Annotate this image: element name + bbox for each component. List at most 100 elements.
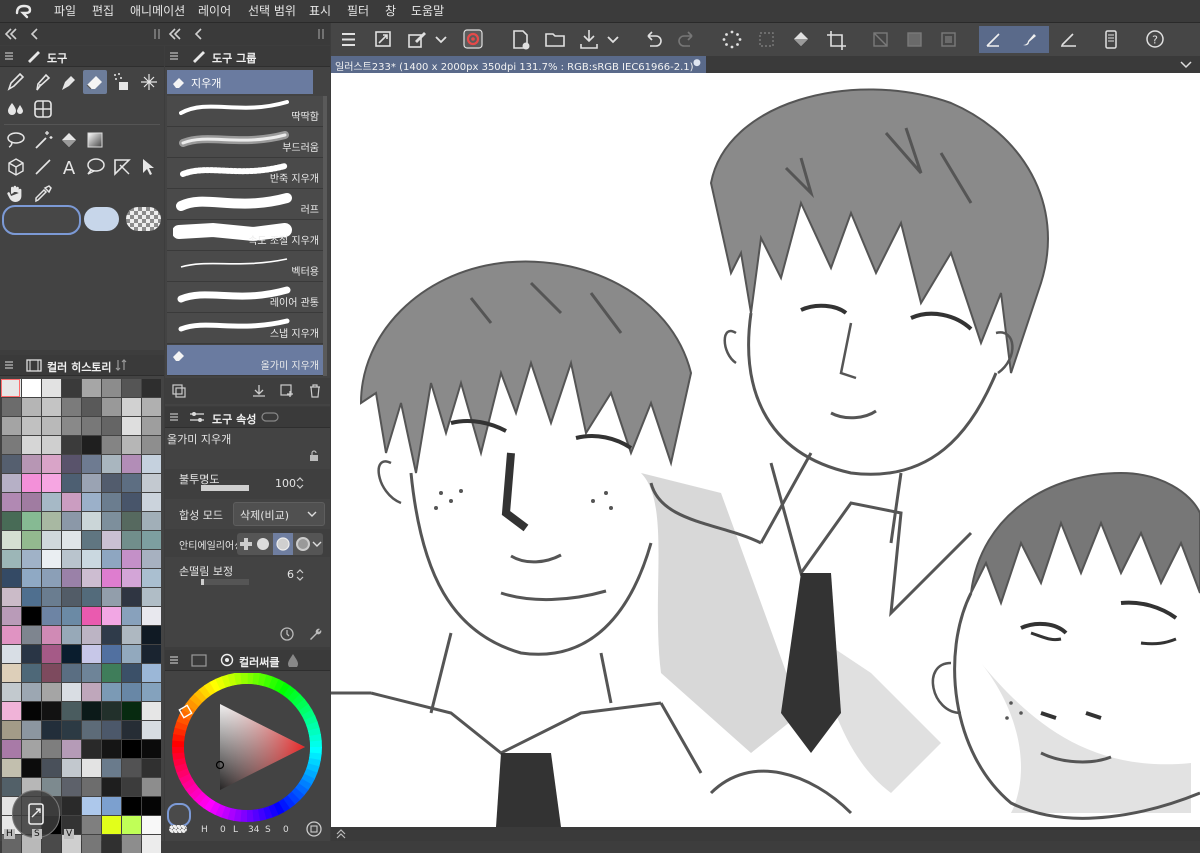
color-swatch[interactable] <box>22 645 41 663</box>
snap-ruler-icon[interactable] <box>979 26 1014 53</box>
color-swatch[interactable] <box>42 721 61 739</box>
color-swatch[interactable] <box>102 436 121 454</box>
panel-menu-icon[interactable] <box>170 51 178 61</box>
color-swatch[interactable] <box>102 512 121 530</box>
color-swatch[interactable] <box>142 664 161 682</box>
color-swatch[interactable] <box>122 778 141 796</box>
color-swatch[interactable] <box>142 398 161 416</box>
menu-layer[interactable]: 레이어 <box>198 0 231 22</box>
chevron-left-icon[interactable] <box>30 28 40 40</box>
color-swatch[interactable] <box>62 607 81 625</box>
color-swatch[interactable] <box>122 740 141 758</box>
stepper-icon[interactable] <box>295 567 305 583</box>
color-swatch[interactable] <box>122 531 141 549</box>
color-swatch[interactable] <box>122 797 141 815</box>
color-swatch[interactable] <box>42 835 61 853</box>
color-swatch[interactable] <box>42 569 61 587</box>
color-swatch[interactable] <box>122 417 141 435</box>
copy-subtool-icon[interactable] <box>171 383 187 399</box>
color-swatch[interactable] <box>102 626 121 644</box>
clip-studio-icon[interactable] <box>459 26 487 53</box>
color-swatch[interactable] <box>82 607 101 625</box>
menu-animation[interactable]: 애니메이션 <box>130 0 185 22</box>
subtool-item-rough[interactable]: 러프 <box>167 189 323 220</box>
airbrush-tool-icon[interactable] <box>110 70 134 94</box>
color-swatch[interactable] <box>102 721 121 739</box>
color-swatch[interactable] <box>42 531 61 549</box>
sort-icon[interactable] <box>114 358 128 372</box>
color-swatch[interactable] <box>42 493 61 511</box>
crop-icon[interactable] <box>822 26 850 53</box>
color-swatch[interactable] <box>2 664 21 682</box>
color-swatch[interactable] <box>42 455 61 473</box>
chevron-left-icon[interactable] <box>194 28 204 40</box>
subtool-scrollbar[interactable] <box>323 96 327 376</box>
color-swatch[interactable] <box>102 816 121 834</box>
color-swatch[interactable] <box>42 588 61 606</box>
color-swatch[interactable] <box>22 626 41 644</box>
tool-property-title[interactable]: 도구 속성 <box>212 411 256 427</box>
wrench-icon[interactable] <box>307 626 323 642</box>
color-swatch[interactable] <box>82 379 101 397</box>
color-swatch[interactable] <box>102 474 121 492</box>
color-swatch[interactable] <box>42 379 61 397</box>
color-swatch[interactable] <box>2 417 21 435</box>
subtool-item-hard[interactable]: 딱딱함 <box>167 96 323 127</box>
color-swatch[interactable] <box>2 455 21 473</box>
color-swatch[interactable] <box>42 759 61 777</box>
magic-wand-tool-icon[interactable] <box>31 128 55 152</box>
color-swatch[interactable] <box>42 398 61 416</box>
eraser-tool-icon[interactable] <box>83 70 107 94</box>
color-swatch[interactable] <box>62 797 81 815</box>
color-swatch[interactable] <box>2 759 21 777</box>
color-swatch[interactable] <box>22 531 41 549</box>
link-icon[interactable] <box>261 411 279 423</box>
color-swatch[interactable] <box>142 759 161 777</box>
undo-icon[interactable] <box>639 26 667 53</box>
hue-segment[interactable] <box>240 673 248 685</box>
color-swatch[interactable] <box>82 436 101 454</box>
color-mode-icon[interactable] <box>305 820 323 838</box>
hue-ring[interactable] <box>172 673 322 823</box>
color-swatch[interactable] <box>82 702 101 720</box>
color-swatch[interactable] <box>62 531 81 549</box>
color-swatch[interactable] <box>82 455 101 473</box>
download-icon[interactable] <box>251 383 267 399</box>
color-swatch[interactable] <box>22 398 41 416</box>
color-swatch[interactable] <box>42 436 61 454</box>
double-chevron-left-icon[interactable] <box>168 28 182 40</box>
reset-icon[interactable] <box>279 626 295 642</box>
color-history-title[interactable]: 컬러 히스토리 <box>47 359 112 375</box>
color-swatch[interactable] <box>22 569 41 587</box>
color-swatch[interactable] <box>62 702 81 720</box>
color-swatch[interactable] <box>2 626 21 644</box>
color-swatch[interactable] <box>102 398 121 416</box>
main-color-slot[interactable] <box>2 205 81 235</box>
color-swatch[interactable] <box>102 702 121 720</box>
color-swatch[interactable] <box>62 778 81 796</box>
line-tool-icon[interactable] <box>31 155 55 179</box>
hamburger-menu-icon[interactable] <box>334 26 362 53</box>
color-swatch[interactable] <box>102 588 121 606</box>
opacity-slider[interactable] <box>201 485 249 491</box>
stabilization-value[interactable]: 6 <box>287 568 294 581</box>
color-swatch[interactable] <box>102 759 121 777</box>
color-swatch[interactable] <box>122 455 141 473</box>
color-swatch[interactable] <box>62 474 81 492</box>
color-swatch[interactable] <box>82 683 101 701</box>
lasso-tool-icon[interactable] <box>4 128 28 152</box>
subtool-item-all-layers[interactable]: 레이어 관통 <box>167 282 323 313</box>
color-swatch[interactable] <box>62 588 81 606</box>
pencil-tool-icon[interactable] <box>4 70 28 94</box>
color-swatch[interactable] <box>102 664 121 682</box>
chevron-down-icon[interactable] <box>604 26 622 53</box>
color-swatch[interactable] <box>82 778 101 796</box>
hide-outside-icon[interactable] <box>867 26 895 53</box>
reverse-selection-icon[interactable] <box>901 26 929 53</box>
menu-filter[interactable]: 필터 <box>347 0 369 22</box>
color-swatch[interactable] <box>122 398 141 416</box>
save-icon[interactable] <box>575 26 603 53</box>
subtool-item-kneaded[interactable]: 반죽 지우개 <box>167 158 323 189</box>
color-swatch[interactable] <box>122 683 141 701</box>
open-folder-icon[interactable] <box>541 26 569 53</box>
